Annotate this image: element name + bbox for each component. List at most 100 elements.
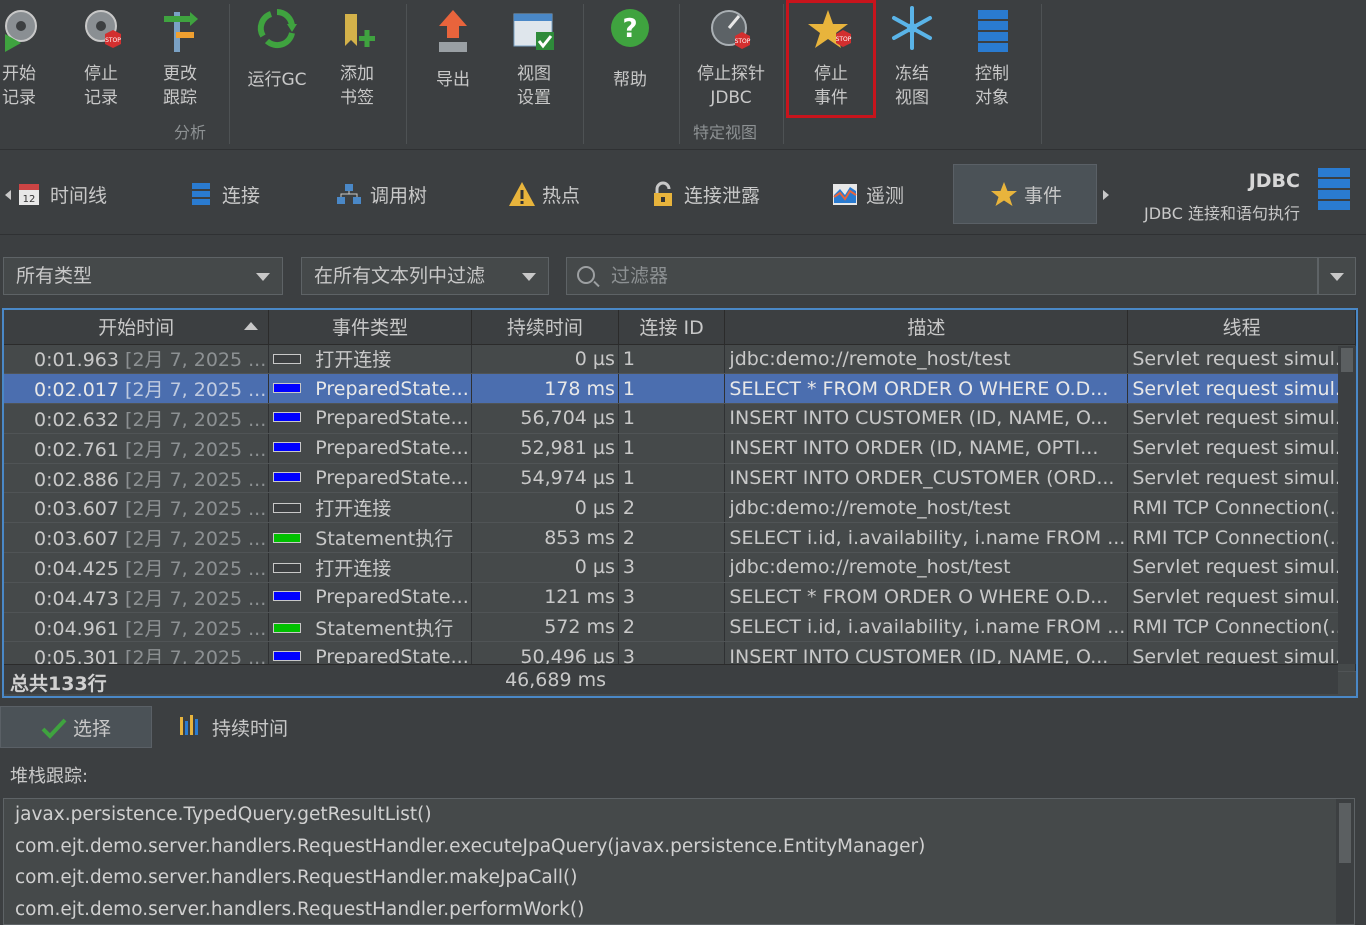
add-bookmark-icon [335, 6, 379, 56]
stop-probe-button[interactable]: STOP 停止探针 JDBC [692, 6, 770, 118]
cell-event-type: PreparedState... [268, 403, 472, 434]
scrollbar-thumb[interactable] [1339, 803, 1351, 863]
cell-duration: 0 µs [471, 552, 619, 583]
tab-connection-leaks[interactable]: 连接泄露 [650, 164, 760, 224]
stack-frame[interactable]: com.ejt.demo.server.handlers.RequestHand… [4, 831, 1354, 863]
call-tree-icon [336, 181, 362, 207]
duration-toggle[interactable]: 持续时间 [178, 706, 308, 748]
toolbar: 开始 记录 STOP 停止 记录 更改 跟踪 分析 运行GC 添加 书签 导出 [0, 0, 1366, 148]
tabs-scroll-right-icon[interactable] [1103, 190, 1109, 200]
cell-event-type: PreparedState... [268, 433, 472, 464]
chevron-down-icon [256, 273, 270, 281]
tabs-scroll-left-icon[interactable] [5, 190, 11, 200]
column-header-start-time[interactable]: 开始时间 [4, 310, 270, 345]
cell-thread: Servlet request simul... [1127, 433, 1356, 464]
cell-start-time: 0:04.961 [2月 7, 2025 ... [4, 612, 270, 643]
toolbar-divider [229, 4, 230, 144]
table-row[interactable]: 0:02.632 [2月 7, 2025 ... PreparedState...… [4, 403, 1356, 434]
control-objects-button[interactable]: 控制 对象 [953, 6, 1031, 118]
tab-connections[interactable]: 连接 [188, 164, 260, 224]
tab-hotspots[interactable]: 热点 [508, 164, 580, 224]
svg-text:12: 12 [23, 194, 36, 205]
stack-scrollbar[interactable] [1336, 799, 1354, 924]
cell-connection-id: 3 [618, 552, 726, 583]
search-icon [577, 266, 595, 284]
chevron-down-icon [522, 273, 536, 281]
column-header-connection-id[interactable]: 连接 ID [618, 310, 726, 345]
filter-bar: 所有类型 在所有文本列中过滤 过滤器 [0, 234, 1366, 306]
table-row[interactable]: 0:04.425 [2月 7, 2025 ... 打开连接 0 µs 3 jdbc:de… [4, 552, 1356, 583]
cell-start-time: 0:04.425 [2月 7, 2025 ... [4, 552, 270, 583]
search-history-dropdown[interactable] [1318, 257, 1356, 295]
table-row[interactable]: 0:02.886 [2月 7, 2025 ... PreparedState...… [4, 463, 1356, 494]
toolbar-divider [583, 4, 584, 144]
control-objects-icon [972, 6, 1012, 56]
column-header-description[interactable]: 描述 [724, 310, 1129, 345]
change-tracking-icon [160, 6, 200, 56]
filter-column-combo[interactable]: 在所有文本列中过滤 [301, 257, 549, 295]
cell-event-type: PreparedState... [268, 463, 472, 494]
tab-telemetry[interactable]: 遥测 [832, 164, 904, 224]
help-button[interactable]: ? 帮助 [591, 6, 669, 118]
selection-toggle[interactable]: 选择 [0, 706, 152, 748]
table-row[interactable]: 0:04.473 [2月 7, 2025 ... PreparedState...… [4, 582, 1356, 613]
column-header-duration[interactable]: 持续时间 [471, 310, 619, 345]
tab-events[interactable]: 事件 [953, 164, 1097, 224]
cell-duration: 178 ms [471, 373, 619, 405]
cell-thread: Servlet request simul... [1127, 344, 1356, 375]
cell-duration: 121 ms [471, 582, 619, 613]
sort-ascending-icon [244, 322, 259, 330]
table-row[interactable]: 0:03.607 [2月 7, 2025 ... 打开连接 0 µs 2 jdbc:de… [4, 492, 1356, 524]
cell-duration: 0 µs [471, 344, 619, 375]
stack-frame[interactable]: com.ejt.demo.server.handlers.RequestHand… [4, 894, 1354, 925]
highlight-box [786, 0, 876, 118]
cell-thread: RMI TCP Connection(... [1127, 492, 1356, 524]
table-scrollbar[interactable] [1338, 346, 1356, 664]
total-duration: 46,689 ms [505, 669, 606, 691]
stack-frame[interactable]: com.ejt.demo.server.handlers.RequestHand… [4, 862, 1354, 894]
record-stop-icon: STOP [79, 6, 123, 56]
run-gc-button[interactable]: 运行GC [238, 6, 316, 118]
table-row[interactable]: 0:04.961 [2月 7, 2025 ... Statement执行 572 m… [4, 612, 1356, 643]
stop-recording-button[interactable]: STOP 停止 记录 [62, 6, 140, 118]
cell-connection-id: 2 [618, 492, 726, 524]
event-color-swatch [273, 412, 302, 423]
table-row[interactable]: 0:01.963 [2月 7, 2025 ... 打开连接 0 µs 1 jdbc:de… [4, 344, 1356, 375]
event-color-swatch [273, 503, 302, 514]
tab-timeline[interactable]: 12 时间线 [16, 164, 107, 224]
checkmark-icon [41, 717, 67, 744]
filter-search-input[interactable]: 过滤器 [566, 257, 1318, 295]
help-icon: ? [608, 6, 652, 56]
table-row[interactable]: 0:03.607 [2月 7, 2025 ... Statement执行 853 m… [4, 522, 1356, 554]
table-header: 开始时间 事件类型 持续时间 连接 ID 描述 线程 [4, 310, 1356, 345]
toolbar-divider [783, 4, 784, 144]
table-row[interactable]: 0:02.017 [2月 7, 2025 ... PreparedState...… [4, 373, 1356, 405]
start-recording-button[interactable]: 开始 记录 [0, 6, 58, 118]
cell-thread: Servlet request simul... [1127, 463, 1356, 494]
add-bookmark-button[interactable]: 添加 书签 [318, 6, 396, 118]
svg-text:STOP: STOP [105, 37, 121, 44]
column-header-event-type[interactable]: 事件类型 [268, 310, 472, 345]
cell-duration: 54,974 µs [471, 463, 619, 494]
scrollbar-thumb[interactable] [1341, 348, 1353, 372]
cell-event-type: PreparedState... [268, 373, 472, 405]
lock-icon [650, 181, 676, 207]
freeze-view-button[interactable]: 冻结 视图 [873, 6, 951, 118]
table-row[interactable]: 0:02.761 [2月 7, 2025 ... PreparedState...… [4, 433, 1356, 464]
cell-description: SELECT i.id, i.availability, i.name FROM… [724, 612, 1129, 643]
cell-thread: Servlet request simul... [1127, 582, 1356, 613]
change-tracking-button[interactable]: 更改 跟踪 [141, 6, 219, 118]
toolbar-divider [1041, 4, 1042, 144]
group-label-view-specific: 特定视图 [692, 123, 757, 142]
probe-title: JDBC [1248, 170, 1300, 192]
event-type-combo[interactable]: 所有类型 [3, 257, 283, 295]
column-header-thread[interactable]: 线程 [1127, 310, 1356, 345]
cell-start-time: 0:02.886 [2月 7, 2025 ... [4, 463, 270, 494]
export-button[interactable]: 导出 [414, 6, 492, 118]
stack-frame[interactable]: javax.persistence.TypedQuery.getResultLi… [4, 799, 1354, 831]
cell-start-time: 0:02.017 [2月 7, 2025 ... [4, 373, 270, 405]
tab-call-tree[interactable]: 调用树 [336, 164, 427, 224]
event-color-swatch [273, 562, 302, 573]
view-settings-button[interactable]: 视图 设置 [495, 6, 573, 118]
stack-trace-list: javax.persistence.TypedQuery.getResultLi… [3, 798, 1355, 925]
